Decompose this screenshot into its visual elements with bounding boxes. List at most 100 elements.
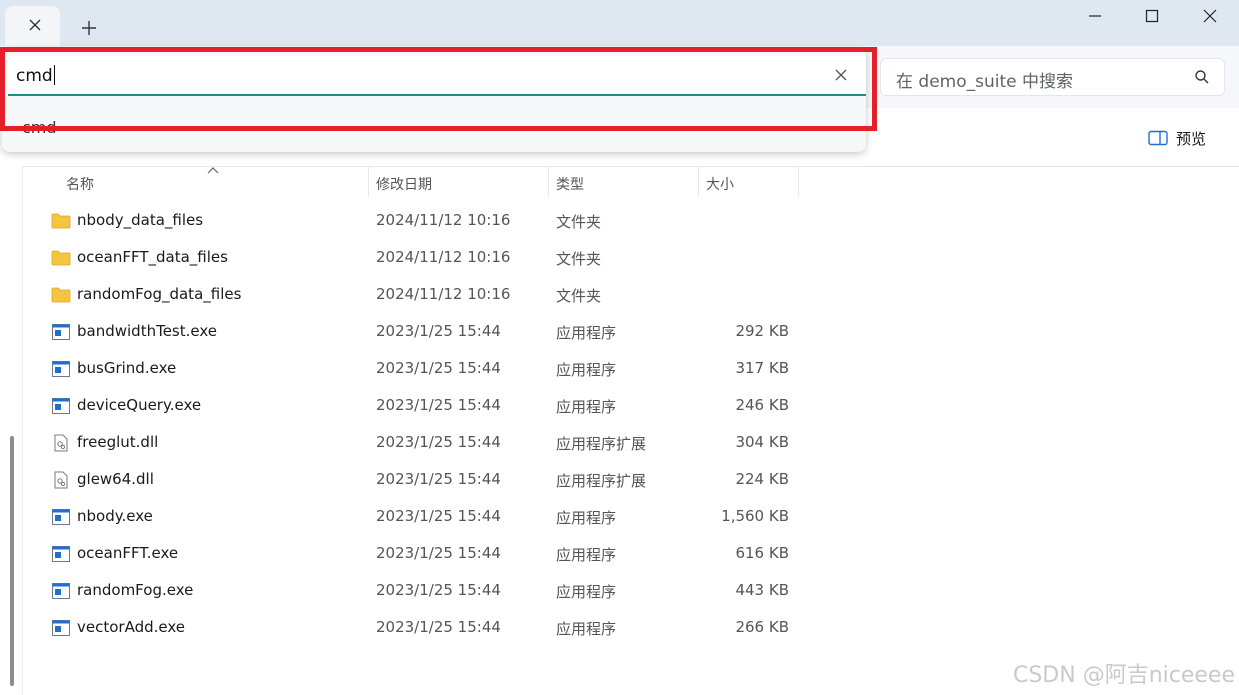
close-window-button[interactable] [1181, 0, 1239, 32]
preview-pane-icon [1148, 130, 1168, 146]
file-name: vectorAdd.exe [77, 618, 185, 636]
file-size: 266 KB [735, 618, 789, 636]
file-type: 应用程序扩展 [556, 472, 647, 490]
exe-icon [51, 545, 71, 563]
file-size: 304 KB [735, 433, 789, 451]
clear-address-button[interactable] [832, 66, 850, 84]
exe-icon [51, 397, 71, 415]
file-date: 2024/11/12 10:16 [376, 248, 511, 266]
address-input[interactable]: cmd [8, 56, 866, 96]
file-name: nbody.exe [77, 507, 153, 525]
file-date: 2024/11/12 10:16 [376, 285, 511, 303]
file-date: 2023/1/25 15:44 [376, 507, 501, 525]
exe-icon [51, 619, 71, 637]
exe-icon [51, 323, 71, 341]
file-row[interactable]: randomFog.exe 2023/1/25 15:44 应用程序 443 KB [23, 573, 823, 610]
file-type: 文件夹 [556, 287, 602, 305]
file-date: 2023/1/25 15:44 [376, 470, 501, 488]
column-date[interactable]: 修改日期 [376, 174, 432, 194]
text-caret [53, 65, 55, 85]
exe-icon [51, 582, 71, 600]
file-size: 616 KB [735, 544, 789, 562]
column-size[interactable]: 大小 [706, 174, 734, 194]
file-row[interactable]: nbody.exe 2023/1/25 15:44 应用程序 1,560 KB [23, 499, 823, 536]
file-type: 应用程序 [556, 546, 617, 564]
file-row[interactable]: glew64.dll 2023/1/25 15:44 应用程序扩展 224 KB [23, 462, 823, 499]
file-row[interactable]: vectorAdd.exe 2023/1/25 15:44 应用程序 266 KB [23, 610, 823, 647]
file-type: 文件夹 [556, 250, 602, 268]
file-list: 名称 修改日期 类型 大小 nbody_data_files 2024/11/12… [23, 166, 1239, 695]
file-row[interactable]: busGrind.exe 2023/1/25 15:44 应用程序 317 KB [23, 351, 823, 388]
minimize-icon [1089, 15, 1101, 17]
file-row[interactable]: nbody_data_files 2024/11/12 10:16 文件夹 [23, 203, 823, 240]
file-name: bandwidthTest.exe [77, 322, 218, 340]
file-name: randomFog_data_files [77, 285, 242, 303]
file-size: 1,560 KB [721, 507, 789, 525]
file-name: glew64.dll [77, 470, 154, 488]
file-type: 应用程序 [556, 620, 617, 638]
file-type: 应用程序 [556, 583, 617, 601]
column-divider[interactable] [368, 166, 369, 196]
tab[interactable] [5, 6, 60, 46]
search-box[interactable]: 在 demo_suite 中搜索 [880, 58, 1225, 96]
file-date: 2023/1/25 15:44 [376, 544, 501, 562]
column-header: 名称 修改日期 类型 大小 [23, 166, 823, 198]
file-row[interactable]: deviceQuery.exe 2023/1/25 15:44 应用程序 246 KB [23, 388, 823, 425]
file-date: 2023/1/25 15:44 [376, 322, 501, 340]
maximize-button[interactable] [1123, 0, 1181, 32]
file-row[interactable]: randomFog_data_files 2024/11/12 10:16 文件夹 [23, 277, 823, 314]
file-name: freeglut.dll [77, 433, 159, 451]
column-divider[interactable] [698, 166, 699, 196]
folder-icon [51, 249, 71, 267]
folder-icon [51, 212, 71, 230]
file-type: 应用程序 [556, 509, 617, 527]
sort-chevron-icon [207, 167, 219, 174]
tab-close-icon[interactable] [25, 15, 45, 35]
file-row[interactable]: oceanFFT.exe 2023/1/25 15:44 应用程序 616 KB [23, 536, 823, 573]
close-icon [835, 69, 847, 81]
file-size: 317 KB [735, 359, 789, 377]
minimize-button[interactable] [1066, 0, 1124, 32]
column-divider[interactable] [798, 166, 799, 196]
folder-icon [51, 286, 71, 304]
preview-label: 预览 [1176, 129, 1207, 148]
file-name: busGrind.exe [77, 359, 177, 377]
file-size: 246 KB [735, 396, 789, 414]
maximize-icon [1145, 9, 1159, 23]
navigation-scrollbar[interactable] [10, 436, 14, 686]
file-date: 2024/11/12 10:16 [376, 211, 511, 229]
file-date: 2023/1/25 15:44 [376, 396, 501, 414]
file-type: 文件夹 [556, 213, 602, 231]
file-size: 443 KB [735, 581, 789, 599]
address-bar-popup: cmd cmd [2, 48, 866, 152]
column-type[interactable]: 类型 [556, 174, 584, 194]
address-suggestion[interactable]: cmd [22, 118, 57, 137]
dll-icon [51, 434, 71, 452]
preview-button[interactable]: 预览 [1148, 126, 1206, 150]
file-type: 应用程序 [556, 398, 617, 416]
file-date: 2023/1/25 15:44 [376, 433, 501, 451]
file-name: deviceQuery.exe [77, 396, 202, 414]
file-name: nbody_data_files [77, 211, 204, 229]
watermark: CSDN @阿吉niceeee [1012, 663, 1235, 688]
file-type: 应用程序 [556, 324, 617, 342]
exe-icon [51, 508, 71, 526]
file-name: oceanFFT_data_files [77, 248, 228, 266]
file-size: 292 KB [735, 322, 789, 340]
file-row[interactable]: bandwidthTest.exe 2023/1/25 15:44 应用程序 292 … [23, 314, 823, 351]
close-icon [1203, 9, 1217, 23]
file-date: 2023/1/25 15:44 [376, 618, 501, 636]
column-name[interactable]: 名称 [66, 174, 94, 194]
new-tab-icon[interactable] [78, 17, 100, 39]
file-size: 224 KB [735, 470, 789, 488]
title-bar [0, 0, 1239, 46]
file-row[interactable]: freeglut.dll 2023/1/25 15:44 应用程序扩展 304 KB [23, 425, 823, 462]
column-divider[interactable] [548, 166, 549, 196]
navigation-pane [0, 166, 23, 695]
file-name: randomFog.exe [77, 581, 194, 599]
dll-icon [51, 471, 71, 489]
file-row[interactable]: oceanFFT_data_files 2024/11/12 10:16 文件夹 [23, 240, 823, 277]
file-type: 应用程序 [556, 361, 617, 379]
exe-icon [51, 360, 71, 378]
search-icon[interactable] [1194, 69, 1210, 85]
